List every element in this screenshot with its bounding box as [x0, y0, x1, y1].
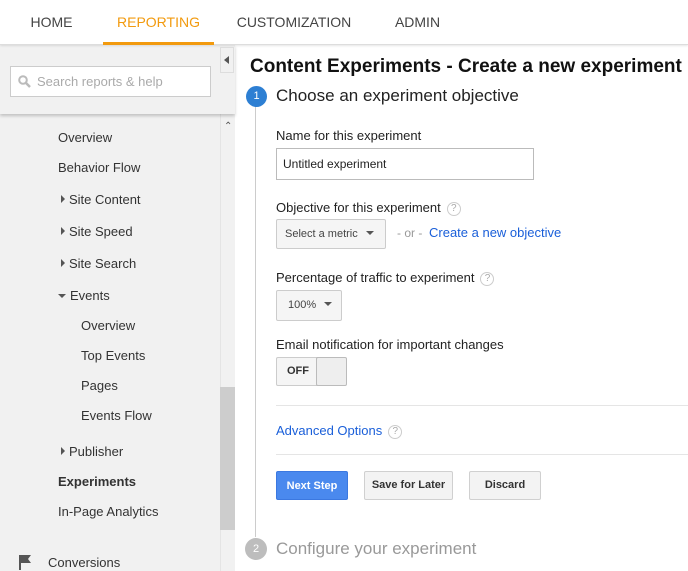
- label: Conversions: [48, 555, 121, 570]
- expand-icon: [61, 259, 65, 267]
- sidebar-item-site-search[interactable]: Site Search: [61, 256, 136, 271]
- label: Events: [70, 288, 110, 303]
- tab-reporting[interactable]: REPORTING: [103, 0, 214, 45]
- advanced-options-link[interactable]: Advanced Options: [276, 423, 382, 438]
- step-1-title: Choose an experiment objective: [276, 86, 519, 105]
- label: Publisher: [69, 444, 124, 459]
- chevron-left-icon: [224, 56, 229, 64]
- sidebar: Overview Behavior Flow Site Content Site…: [0, 45, 220, 571]
- sidebar-item-in-page-analytics[interactable]: In-Page Analytics: [58, 504, 158, 519]
- search-icon: [18, 75, 31, 88]
- sidebar-item-publisher[interactable]: Publisher: [61, 444, 123, 459]
- label: 100%: [288, 299, 317, 311]
- objective-select[interactable]: Select a metric: [276, 219, 386, 249]
- expand-icon: [61, 447, 65, 455]
- sidebar-item-top-events[interactable]: Top Events: [81, 348, 145, 363]
- sidebar-item-behavior-flow[interactable]: Behavior Flow: [58, 160, 140, 175]
- label: Site Speed: [69, 224, 133, 239]
- tab-customization[interactable]: CUSTOMIZATION: [222, 0, 366, 45]
- email-label: Email notification for important changes: [276, 337, 504, 352]
- sidebar-item-experiments[interactable]: Experiments: [58, 474, 136, 489]
- label: Select a metric: [285, 228, 358, 240]
- objective-label: Objective for this experiment?: [276, 200, 461, 216]
- scroll-up-icon[interactable]: ⌃: [224, 121, 232, 132]
- step-2-title: Configure your experiment: [276, 539, 477, 558]
- save-for-later-button[interactable]: Save for Later: [364, 471, 453, 500]
- collapse-sidebar-button[interactable]: [220, 47, 234, 73]
- label: Percentage of traffic to experiment: [276, 270, 475, 285]
- name-label: Name for this experiment: [276, 128, 422, 143]
- sidebar-item-site-speed[interactable]: Site Speed: [61, 224, 133, 239]
- discard-button[interactable]: Discard: [469, 471, 541, 500]
- chevron-down-icon: [324, 302, 333, 306]
- step-2-badge: 2: [245, 538, 267, 560]
- sidebar-item-events-overview[interactable]: Overview: [81, 318, 135, 333]
- toggle-state: OFF: [287, 365, 309, 377]
- sidebar-item-site-content[interactable]: Site Content: [61, 192, 141, 207]
- help-icon[interactable]: ?: [480, 272, 495, 286]
- tab-home[interactable]: HOME: [0, 0, 103, 45]
- help-icon[interactable]: ?: [388, 425, 403, 439]
- page-title: Content Experiments - Create a new exper…: [250, 56, 682, 77]
- collapse-icon: [58, 294, 66, 298]
- divider: [276, 454, 688, 455]
- sidebar-item-pages[interactable]: Pages: [81, 378, 118, 393]
- label: Site Content: [69, 192, 141, 207]
- traffic-label: Percentage of traffic to experiment?: [276, 270, 495, 286]
- chevron-down-icon: [365, 231, 374, 235]
- divider: [276, 405, 688, 406]
- expand-icon: [61, 195, 65, 203]
- sidebar-item-events[interactable]: Events: [58, 288, 110, 303]
- toggle-knob: [316, 357, 347, 386]
- scrollbar-thumb[interactable]: [220, 387, 235, 530]
- tab-admin[interactable]: ADMIN: [375, 0, 460, 45]
- top-nav: HOME REPORTING CUSTOMIZATION ADMIN: [0, 0, 688, 45]
- search-input[interactable]: Search reports & help: [10, 66, 211, 97]
- sidebar-item-overview[interactable]: Overview: [58, 130, 112, 145]
- experiment-name-input[interactable]: Untitled experiment: [276, 148, 534, 180]
- sidebar-item-events-flow[interactable]: Events Flow: [81, 408, 152, 423]
- traffic-select[interactable]: 100%: [276, 290, 342, 321]
- advanced-options[interactable]: Advanced Options?: [276, 423, 403, 439]
- email-toggle[interactable]: OFF: [276, 357, 347, 386]
- flag-icon: [19, 555, 31, 570]
- step-1-badge: 1: [246, 86, 267, 107]
- timeline-line: [255, 105, 256, 537]
- create-objective-link[interactable]: Create a new objective: [429, 225, 561, 240]
- help-icon[interactable]: ?: [446, 202, 461, 216]
- sidebar-item-conversions[interactable]: Conversions: [18, 554, 120, 570]
- or-separator: - or -: [397, 226, 423, 240]
- expand-icon: [61, 227, 65, 235]
- next-step-button[interactable]: Next Step: [276, 471, 348, 500]
- label: Site Search: [69, 256, 137, 271]
- label: Objective for this experiment: [276, 200, 441, 215]
- search-placeholder: Search reports & help: [37, 74, 163, 89]
